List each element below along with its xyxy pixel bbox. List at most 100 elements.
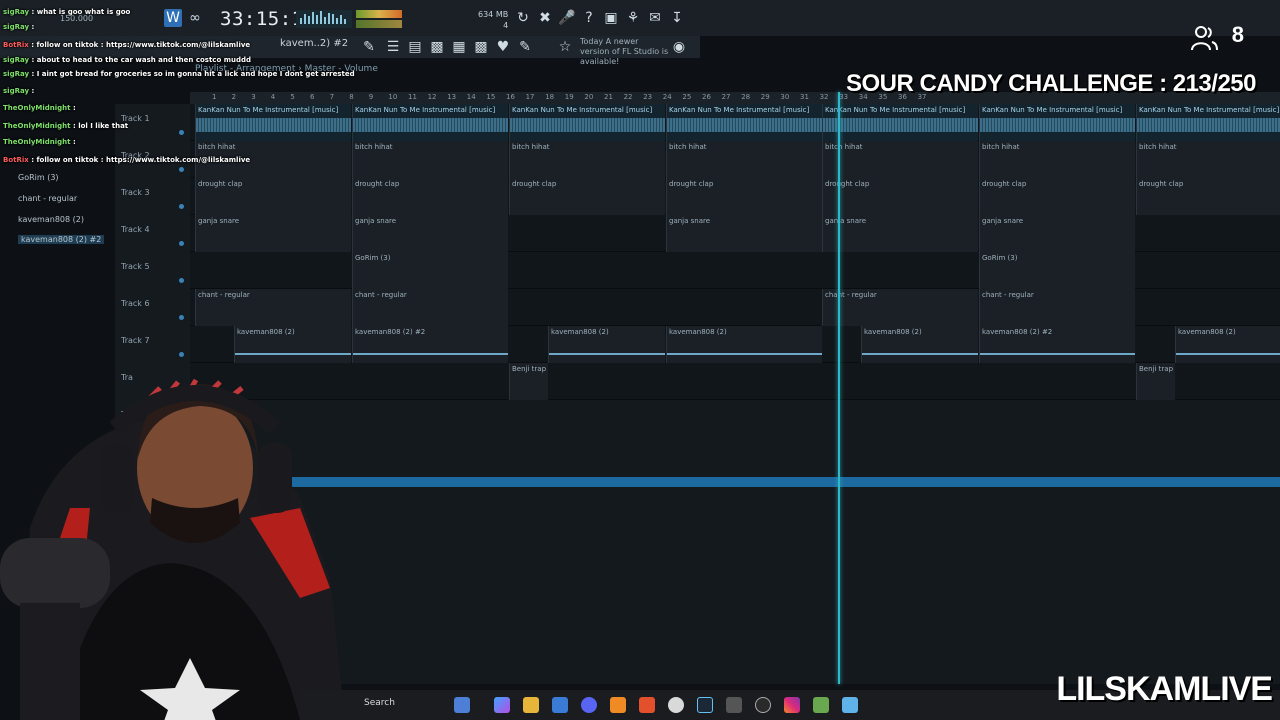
mixer-icon[interactable]: ▩ — [428, 38, 446, 56]
ruler-bar-number[interactable]: 3 — [251, 93, 255, 101]
playlist-clip[interactable]: KanKan Nun To Me Instrumental [music] — [352, 104, 508, 141]
ruler-bar-number[interactable]: 25 — [682, 93, 691, 101]
pencil-icon[interactable]: ✎ — [516, 38, 534, 56]
playlist-clip[interactable]: kaveman808 (2) — [548, 326, 665, 363]
brave-icon[interactable] — [639, 697, 655, 713]
notepad-icon[interactable] — [842, 697, 858, 713]
undo-icon[interactable]: ↻ — [514, 9, 532, 27]
playlist-clip[interactable]: KanKan Nun To Me Instrumental [music] — [979, 104, 1135, 141]
store-icon[interactable] — [552, 697, 568, 713]
ruler-bar-number[interactable]: 13 — [447, 93, 456, 101]
app-icon[interactable] — [726, 697, 742, 713]
playlist-clip[interactable]: drought clap — [195, 178, 351, 215]
taskbar-search[interactable]: Search — [364, 698, 395, 708]
ruler-bar-number[interactable]: 23 — [643, 93, 652, 101]
save-icon[interactable]: ▣ — [602, 9, 620, 27]
playlist-clip[interactable]: ganja snare — [822, 215, 978, 252]
ruler-bar-number[interactable]: 28 — [741, 93, 750, 101]
ruler-bar-number[interactable]: 29 — [761, 93, 770, 101]
plugin-icon[interactable]: ⚘ — [624, 9, 642, 27]
browser-icon[interactable]: ▩ — [472, 38, 490, 56]
fl-menu-icon[interactable]: W — [164, 9, 182, 27]
ruler-bar-number[interactable]: 30 — [780, 93, 789, 101]
folder-icon[interactable] — [523, 697, 539, 713]
ruler-bar-number[interactable]: 4 — [271, 93, 275, 101]
ruler-bar-number[interactable]: 16 — [506, 93, 515, 101]
mic-icon[interactable]: 🎤 — [558, 9, 576, 27]
playlist-clip[interactable]: bitch hihat — [666, 141, 822, 178]
ruler-bar-number[interactable]: 2 — [232, 93, 236, 101]
ruler-bar-number[interactable]: 31 — [800, 93, 809, 101]
ruler-bar-number[interactable]: 21 — [604, 93, 613, 101]
ruler-bar-number[interactable]: 6 — [310, 93, 314, 101]
playlist-clip[interactable]: drought clap — [822, 178, 978, 215]
automation-clip[interactable] — [290, 477, 1280, 487]
playlist-clip[interactable]: KanKan Nun To Me Instrumental [music] — [822, 104, 978, 141]
playlist-clip[interactable]: chant - regular — [195, 289, 351, 326]
fl-studio-icon[interactable] — [610, 697, 626, 713]
ruler-bar-number[interactable]: 10 — [388, 93, 397, 101]
ruler-bar-number[interactable]: 15 — [486, 93, 495, 101]
chat-icon[interactable]: ✉ — [646, 9, 664, 27]
playlist-clip[interactable]: GoRim (3) — [979, 252, 1135, 289]
ruler-bar-number[interactable]: 12 — [428, 93, 437, 101]
ruler-bar-number[interactable]: 27 — [722, 93, 731, 101]
playlist-clip[interactable]: bitch hihat — [822, 141, 978, 178]
tools-icon[interactable]: ✖ — [536, 9, 554, 27]
playlist-clip[interactable]: chant - regular — [352, 289, 508, 326]
globe-icon[interactable]: ◉ — [670, 38, 688, 56]
ruler-bar-number[interactable]: 8 — [349, 93, 353, 101]
playlist-clip[interactable]: drought clap — [979, 178, 1135, 215]
playlist-clip[interactable]: kaveman808 (2) #2 — [979, 326, 1135, 363]
playlist-clip[interactable]: ganja snare — [979, 215, 1135, 252]
track-header-3[interactable]: Track 3 — [115, 178, 190, 215]
ruler-bar-number[interactable]: 24 — [663, 93, 672, 101]
chrome-icon[interactable] — [668, 697, 684, 713]
track-header-4[interactable]: Track 4 — [115, 215, 190, 252]
minecraft-icon[interactable] — [813, 697, 829, 713]
update-notice[interactable]: Today A newer version of FL Studio is av… — [580, 37, 670, 67]
playlist-clip[interactable]: drought clap — [1136, 178, 1280, 215]
ruler-bar-number[interactable]: 19 — [565, 93, 574, 101]
picker-item[interactable]: chant - regular — [18, 194, 77, 203]
playlist-clip[interactable]: chant - regular — [822, 289, 978, 326]
channel-rack-icon[interactable]: ▦ — [450, 38, 468, 56]
track-mute-dot[interactable] — [179, 204, 184, 209]
playlist-clip[interactable]: Benji trap — [1136, 363, 1175, 400]
discord-icon[interactable] — [581, 697, 597, 713]
playlist-clip[interactable]: ganja snare — [195, 215, 351, 252]
playlist-clip[interactable]: drought clap — [509, 178, 665, 215]
ruler-bar-number[interactable]: 11 — [408, 93, 417, 101]
ruler-bar-number[interactable]: 18 — [545, 93, 554, 101]
track-mute-dot[interactable] — [179, 130, 184, 135]
picker-item[interactable]: kaveman808 (2) — [18, 215, 84, 224]
ruler-bar-number[interactable]: 26 — [702, 93, 711, 101]
playlist-clip[interactable]: KanKan Nun To Me Instrumental [music] — [509, 104, 665, 141]
playhead[interactable] — [838, 92, 840, 684]
playlist-clip[interactable]: KanKan Nun To Me Instrumental [music] — [1136, 104, 1280, 141]
playlist-clip[interactable]: drought clap — [666, 178, 822, 215]
playlist-clip[interactable]: kaveman808 (2) — [861, 326, 978, 363]
pattern-picker-icon[interactable]: ✎ — [360, 38, 378, 56]
playlist-clip[interactable]: bitch hihat — [979, 141, 1135, 178]
picker-item[interactable]: GoRim (3) — [18, 173, 59, 182]
ruler-bar-number[interactable]: 20 — [584, 93, 593, 101]
picker-item-selected[interactable]: kaveman808 (2) #2 — [18, 235, 105, 244]
playlist-clip[interactable]: bitch hihat — [509, 141, 665, 178]
ruler-bar-number[interactable]: 7 — [330, 93, 334, 101]
playlist-clip[interactable]: GoRim (3) — [352, 252, 508, 289]
ruler-bar-number[interactable]: 9 — [369, 93, 373, 101]
playlist-clip[interactable]: KanKan Nun To Me Instrumental [music] — [666, 104, 822, 141]
playlist-clip[interactable]: bitch hihat — [1136, 141, 1280, 178]
playlist-clip[interactable]: ganja snare — [352, 215, 508, 252]
cart-icon[interactable]: ☆ — [556, 38, 574, 56]
ruler-bar-number[interactable]: 32 — [820, 93, 829, 101]
typing-keyboard-icon[interactable]: ∞ — [186, 9, 204, 27]
copilot-icon[interactable] — [494, 697, 510, 713]
widgets-icon[interactable] — [454, 697, 470, 713]
track-mute-dot[interactable] — [179, 241, 184, 246]
track-mute-dot[interactable] — [179, 315, 184, 320]
download-icon[interactable]: ↧ — [668, 9, 686, 27]
playlist-clip[interactable]: drought clap — [352, 178, 508, 215]
ruler-bar-number[interactable]: 5 — [290, 93, 294, 101]
